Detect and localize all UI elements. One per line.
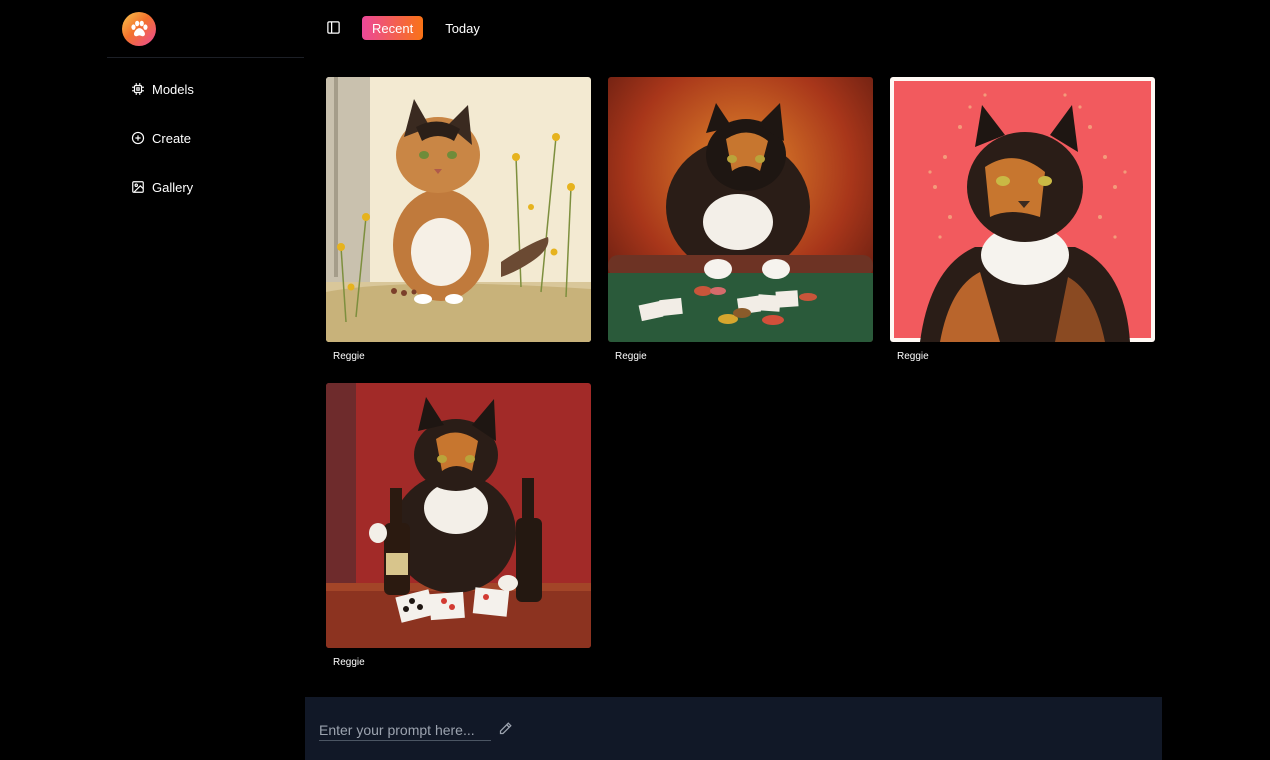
sidebar: Models Create Gallery (107, 0, 304, 760)
logo-area (107, 0, 304, 58)
gallery-caption: Reggie (615, 351, 647, 362)
sidebar-item-gallery[interactable]: Gallery (107, 170, 304, 204)
logo[interactable] (122, 12, 156, 46)
sidebar-nav: Models Create Gallery (107, 72, 304, 219)
paw-icon (131, 20, 148, 37)
gallery-card: Reggie (890, 77, 1155, 362)
gallery-image[interactable] (326, 77, 591, 342)
gallery-card: Reggie (326, 77, 591, 362)
gallery-caption: Reggie (897, 351, 929, 362)
sidebar-item-create[interactable]: Create (107, 121, 304, 155)
sidebar-item-models[interactable]: Models (107, 72, 304, 106)
app: Models Create Gallery Recent Today Reggi… (0, 0, 1270, 760)
gallery-card: Reggie (326, 383, 591, 668)
plus-circle-icon (131, 131, 145, 145)
gallery-card: Reggie (608, 77, 873, 362)
tab-today[interactable]: Today (435, 16, 490, 40)
sidebar-item-label: Create (152, 130, 192, 146)
gallery-image[interactable] (326, 383, 591, 648)
sidebar-toggle-icon[interactable] (326, 20, 342, 36)
image-icon (131, 180, 145, 194)
gallery-image[interactable] (608, 77, 873, 342)
prompt-input[interactable] (319, 719, 491, 741)
sidebar-item-label: Gallery (152, 179, 194, 195)
pencil-icon[interactable] (498, 721, 513, 736)
header: Recent Today (326, 15, 490, 41)
prompt-bar (305, 697, 1162, 760)
gallery-caption: Reggie (333, 351, 365, 362)
sidebar-item-label: Models (152, 81, 194, 97)
chip-icon (131, 82, 145, 96)
gallery-image[interactable] (890, 77, 1155, 342)
gallery-caption: Reggie (333, 657, 365, 668)
tab-recent[interactable]: Recent (362, 16, 424, 40)
